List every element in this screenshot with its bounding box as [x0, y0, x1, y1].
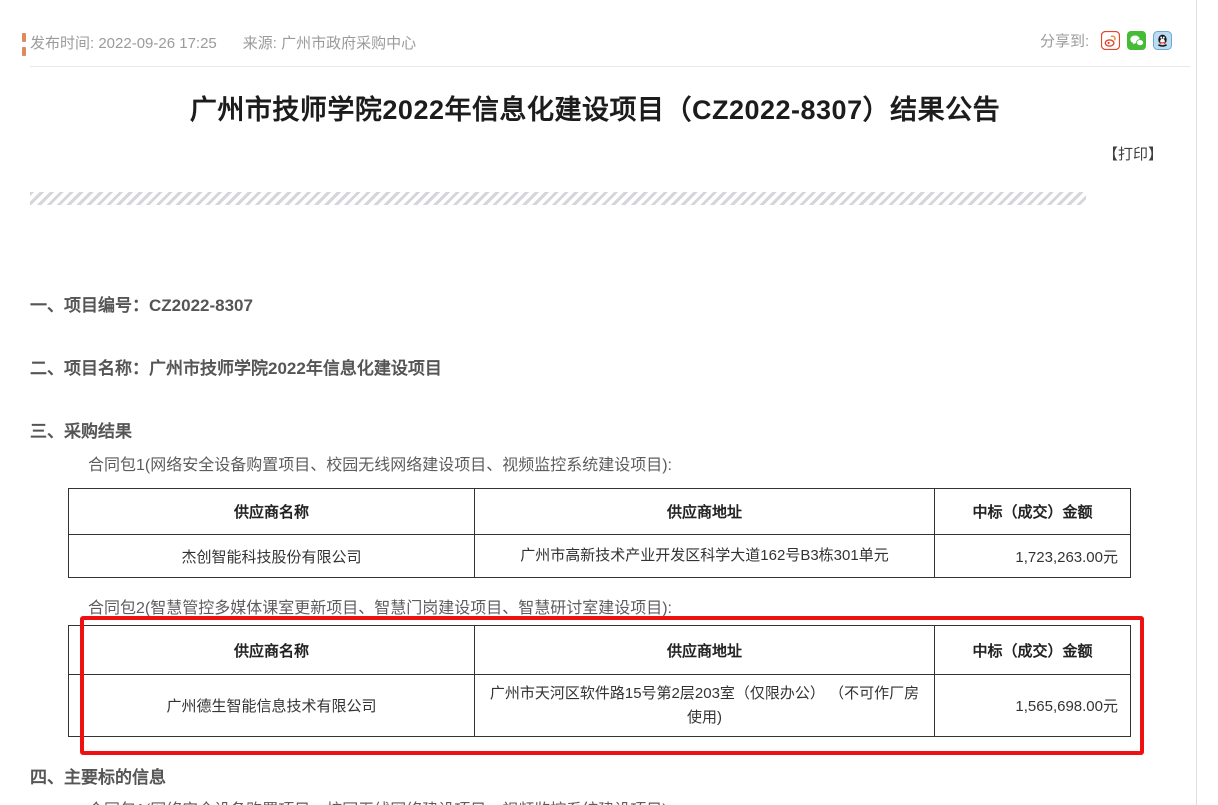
package1-result-table: 供应商名称 供应商地址 中标（成交）金额 杰创智能科技股份有限公司 广州市高新技…	[68, 488, 1131, 578]
package2-intro: 合同包2(智慧管控多媒体课室更新项目、智慧门岗建设项目、智慧研讨室建设项目):	[88, 594, 672, 618]
section-procurement-result: 三、采购结果	[30, 417, 132, 442]
col-award-amount: 中标（成交）金额	[935, 626, 1131, 675]
share-bar: 分享到:	[1040, 30, 1179, 51]
col-supplier-name: 供应商名称	[69, 626, 475, 675]
publish-time: 发布时间: 2022-09-26 17:25	[30, 35, 217, 52]
table-header-row: 供应商名称 供应商地址 中标（成交）金额	[69, 489, 1131, 535]
share-label: 分享到:	[1040, 30, 1089, 51]
clipped-bottom-text: 合同包1(网络安全设备购置项目、校园无线网络建设项目、视频监控系统建设项目):	[88, 796, 672, 805]
supplier-address-cell: 广州市高新技术产业开发区科学大道162号B3栋301单元	[475, 535, 935, 578]
col-award-amount: 中标（成交）金额	[935, 489, 1131, 535]
table-row: 杰创智能科技股份有限公司 广州市高新技术产业开发区科学大道162号B3栋301单…	[69, 535, 1131, 578]
section-project-number: 一、项目编号：CZ2022-8307	[30, 291, 253, 316]
page-right-border	[1196, 0, 1197, 805]
supplier-address-cell: 广州市天河区软件路15号第2层203室（仅限办公） （不可作厂房使用)	[475, 675, 935, 737]
section-main-subject-info: 四、主要标的信息	[30, 763, 166, 788]
qq-share-icon[interactable]	[1153, 31, 1172, 50]
publish-time-value: 2022-09-26 17:25	[98, 35, 216, 52]
col-supplier-address: 供应商地址	[475, 489, 935, 535]
left-edge-artifact	[22, 33, 26, 42]
award-amount-cell: 1,723,263.00元	[935, 535, 1131, 578]
table-row: 广州德生智能信息技术有限公司 广州市天河区软件路15号第2层203室（仅限办公）…	[69, 675, 1131, 737]
source: 来源: 广州市政府采购中心	[243, 35, 416, 52]
source-label: 来源:	[243, 35, 277, 52]
package1-intro: 合同包1(网络安全设备购置项目、校园无线网络建设项目、视频监控系统建设项目):	[88, 451, 672, 475]
supplier-name-cell: 广州德生智能信息技术有限公司	[69, 675, 475, 737]
hatched-section-divider	[30, 192, 1086, 205]
announcement-page: 发布时间: 2022-09-26 17:25 来源: 广州市政府采购中心 分享到:	[0, 0, 1218, 805]
print-button[interactable]: 【打印】	[1103, 143, 1163, 164]
package2-result-table: 供应商名称 供应商地址 中标（成交）金额 广州德生智能信息技术有限公司 广州市天…	[68, 625, 1131, 737]
weibo-share-icon[interactable]	[1101, 31, 1120, 50]
supplier-name-cell: 杰创智能科技股份有限公司	[69, 535, 475, 578]
col-supplier-address: 供应商地址	[475, 626, 935, 675]
page-title: 广州市技师学院2022年信息化建设项目（CZ2022-8307）结果公告	[30, 88, 1160, 127]
award-amount-cell: 1,565,698.00元	[935, 675, 1131, 737]
col-supplier-name: 供应商名称	[69, 489, 475, 535]
source-value: 广州市政府采购中心	[281, 35, 416, 52]
left-edge-artifact	[22, 47, 26, 56]
section-project-name: 二、项目名称：广州市技师学院2022年信息化建设项目	[30, 354, 442, 379]
wechat-share-icon[interactable]	[1127, 31, 1146, 50]
meta-bar: 发布时间: 2022-09-26 17:25 来源: 广州市政府采购中心	[30, 32, 442, 53]
table-header-row: 供应商名称 供应商地址 中标（成交）金额	[69, 626, 1131, 675]
header-divider-line	[30, 66, 1190, 67]
publish-time-label: 发布时间:	[30, 35, 94, 52]
